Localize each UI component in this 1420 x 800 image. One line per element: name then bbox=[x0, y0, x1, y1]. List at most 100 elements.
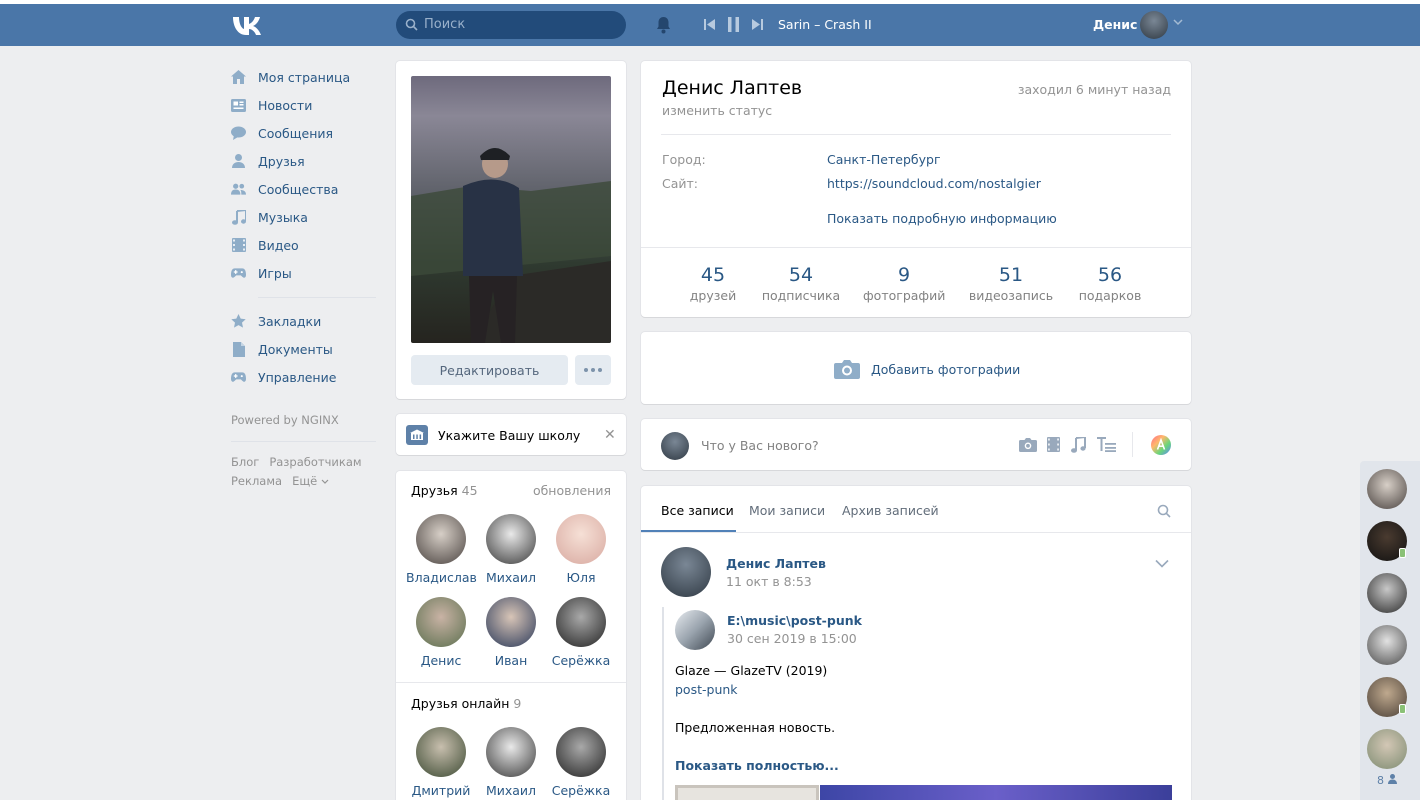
friend-item[interactable]: Иван bbox=[476, 597, 546, 668]
tab-all-posts[interactable]: Все записи bbox=[661, 503, 734, 518]
post-image-1[interactable] bbox=[675, 785, 819, 800]
search-icon[interactable] bbox=[1157, 504, 1171, 518]
post-image-2[interactable] bbox=[820, 785, 1172, 800]
friend-name: Дмитрий bbox=[411, 783, 471, 798]
stat-friends[interactable]: 45 друзей bbox=[687, 264, 739, 303]
poster-icon[interactable] bbox=[1151, 435, 1171, 455]
stat-photos[interactable]: 9 фотографий bbox=[863, 264, 945, 303]
city-value[interactable]: Санкт-Петербург bbox=[827, 152, 941, 167]
stat-videos[interactable]: 51 видеозапись bbox=[967, 264, 1055, 303]
friend-name: Иван bbox=[494, 653, 528, 668]
friends-card: Друзья 45 обновления Владислав Михаил Юля… bbox=[396, 471, 626, 800]
nav-item-video[interactable]: Видео bbox=[231, 231, 376, 259]
friend-item[interactable]: Серёжка bbox=[546, 727, 616, 798]
chevron-down-icon[interactable] bbox=[1173, 18, 1183, 26]
music-icon[interactable] bbox=[1071, 437, 1086, 453]
online-friends-header[interactable]: Друзья онлайн 9 bbox=[411, 696, 521, 711]
home-icon bbox=[231, 70, 246, 85]
profile-photo-figure bbox=[411, 148, 611, 343]
nav-item-documents[interactable]: Документы bbox=[231, 335, 376, 363]
prev-track-icon[interactable] bbox=[704, 19, 715, 30]
friend-name: Серёжка bbox=[551, 783, 611, 798]
friend-item[interactable]: Михаил bbox=[476, 727, 546, 798]
post-author[interactable]: Денис Лаптев bbox=[726, 556, 826, 571]
video-icon[interactable] bbox=[1047, 437, 1060, 452]
document-icon bbox=[231, 341, 246, 357]
text-format-icon[interactable] bbox=[1097, 437, 1116, 452]
new-post-input[interactable]: Что у Вас нового? bbox=[701, 438, 819, 453]
site-value[interactable]: https://soundcloud.com/nostalgier bbox=[827, 176, 1041, 191]
tab-my-posts[interactable]: Мои записи bbox=[749, 503, 825, 518]
nav-label: Сообщения bbox=[258, 125, 334, 141]
online-friend-avatar[interactable] bbox=[1367, 625, 1407, 665]
vk-logo[interactable] bbox=[231, 14, 265, 36]
footer-link-more[interactable]: Ещё bbox=[292, 474, 329, 488]
pause-icon[interactable] bbox=[728, 17, 739, 32]
footer-link-dev[interactable]: Разработчикам bbox=[269, 455, 361, 469]
tab-archive[interactable]: Архив записей bbox=[842, 503, 939, 518]
chevron-down-icon[interactable] bbox=[1155, 559, 1169, 568]
nav-item-news[interactable]: Новости bbox=[231, 91, 376, 119]
online-friends-sidebar: 8 bbox=[1360, 461, 1420, 800]
camera-icon[interactable] bbox=[1019, 437, 1037, 452]
post-author-avatar[interactable] bbox=[661, 547, 711, 597]
current-track[interactable]: Sarin – Crash II bbox=[778, 17, 872, 32]
friend-name: Серёжка bbox=[551, 653, 611, 668]
show-more-info-link[interactable]: Показать подробную информацию bbox=[827, 211, 1057, 226]
search-input[interactable]: Поиск bbox=[396, 11, 626, 39]
friend-item[interactable]: Серёжка bbox=[546, 597, 616, 668]
nav-item-bookmarks[interactable]: Закладки bbox=[231, 307, 376, 335]
footer-link-ads[interactable]: Реклама bbox=[231, 474, 282, 488]
school-prompt-text[interactable]: Укажите Вашу школу bbox=[438, 428, 580, 443]
nav-item-games[interactable]: Игры bbox=[231, 259, 376, 287]
online-friend-avatar[interactable] bbox=[1367, 573, 1407, 613]
online-count-badge[interactable]: 8 bbox=[1377, 774, 1397, 787]
user-avatar[interactable] bbox=[1140, 11, 1168, 39]
more-actions-button[interactable] bbox=[575, 355, 611, 385]
bell-icon[interactable] bbox=[655, 16, 672, 34]
friend-item[interactable]: Юля bbox=[546, 514, 616, 585]
more-icon bbox=[584, 368, 602, 372]
profile-photo[interactable] bbox=[411, 76, 611, 343]
online-friend-avatar[interactable] bbox=[1367, 729, 1407, 769]
post-date[interactable]: 11 окт в 8:53 bbox=[726, 574, 812, 589]
stat-gifts[interactable]: 56 подарков bbox=[1077, 264, 1143, 303]
mobile-online-indicator bbox=[1399, 704, 1406, 714]
add-photos-button[interactable]: Добавить фотографии bbox=[834, 359, 1020, 379]
nav-item-messages[interactable]: Сообщения bbox=[231, 119, 376, 147]
nav-item-music[interactable]: Музыка bbox=[231, 203, 376, 231]
friend-name: Юля bbox=[566, 570, 596, 585]
next-track-icon[interactable] bbox=[752, 19, 763, 30]
repost-avatar[interactable] bbox=[675, 610, 715, 650]
friend-item[interactable]: Дмитрий bbox=[406, 727, 476, 798]
nav-label: Музыка bbox=[258, 209, 308, 225]
friend-icon bbox=[1387, 774, 1397, 784]
chevron-down-icon bbox=[321, 479, 329, 484]
stat-num: 51 bbox=[998, 264, 1024, 286]
close-icon[interactable]: ✕ bbox=[604, 427, 616, 443]
post-hashtag[interactable]: post-punk bbox=[675, 680, 738, 699]
nav-item-my-page[interactable]: Моя страница bbox=[231, 63, 376, 91]
profile-name: Денис Лаптев bbox=[662, 77, 803, 99]
stat-followers[interactable]: 54 подписчика bbox=[761, 264, 841, 303]
friend-item[interactable]: Денис bbox=[406, 597, 476, 668]
repost-border bbox=[662, 607, 664, 800]
friends-header[interactable]: Друзья 45 bbox=[411, 483, 478, 498]
user-name[interactable]: Денис bbox=[1093, 17, 1137, 32]
nav-item-manage[interactable]: Управление bbox=[231, 363, 376, 391]
online-friend-avatar[interactable] bbox=[1367, 469, 1407, 509]
nav-item-communities[interactable]: Сообщества bbox=[231, 175, 376, 203]
show-more-link[interactable]: Показать полностью... bbox=[675, 756, 839, 775]
nav-item-friends[interactable]: Друзья bbox=[231, 147, 376, 175]
add-photos-card: Добавить фотографии bbox=[641, 332, 1191, 404]
friends-divider bbox=[396, 682, 626, 683]
footer-link-blog[interactable]: Блог bbox=[231, 455, 259, 469]
friend-item[interactable]: Владислав bbox=[406, 514, 477, 585]
repost-author[interactable]: E:\music\post-punk bbox=[727, 613, 862, 628]
friend-item[interactable]: Михаил bbox=[476, 514, 546, 585]
online-title: Друзья онлайн bbox=[411, 696, 510, 711]
friends-updates-link[interactable]: обновления bbox=[533, 483, 611, 498]
edit-status-link[interactable]: изменить статус bbox=[662, 103, 772, 118]
edit-profile-button[interactable]: Редактировать bbox=[411, 355, 568, 385]
messages-icon bbox=[231, 126, 246, 141]
